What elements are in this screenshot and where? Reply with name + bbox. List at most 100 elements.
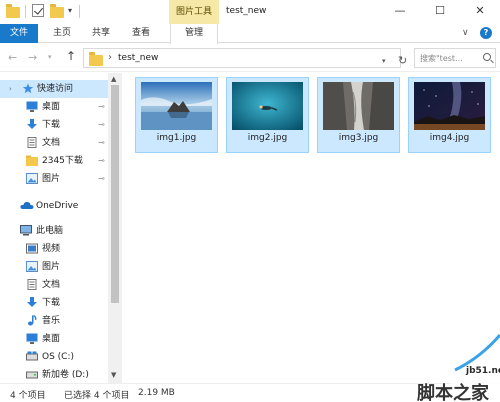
tab-file[interactable]: 文件	[0, 24, 38, 43]
back-button[interactable]: ←	[8, 51, 17, 64]
sidebar-item-drive-d[interactable]: 新加卷 (D:)	[0, 366, 108, 383]
sidebar-item-label: 图片	[42, 174, 61, 184]
sidebar-item-label: 新加卷 (D:)	[42, 370, 89, 380]
sidebar-item-label: 此电脑	[36, 226, 64, 236]
sidebar-item-pictures[interactable]: 图片 ⊸	[0, 170, 108, 188]
sidebar-item-onedrive[interactable]: OneDrive	[0, 197, 108, 215]
chevron-right-icon[interactable]: ›	[108, 52, 112, 63]
video-icon	[26, 243, 38, 254]
navigation-pane: › 快速访问 桌面 ⊸ 下载 ⊸ 文档 ⊸ 2345下载 ⊸ 图片 ⊸ OneD…	[0, 73, 122, 383]
tab-share[interactable]: 共享	[84, 24, 118, 43]
tab-view[interactable]: 查看	[124, 24, 158, 43]
sidebar-item-desktop-pc[interactable]: 桌面	[0, 330, 108, 348]
address-bar[interactable]: › test_new	[83, 48, 401, 68]
sidebar-item-label: 文档	[42, 280, 61, 290]
forward-button[interactable]: →	[28, 51, 37, 64]
tab-manage[interactable]: 管理	[170, 24, 218, 44]
minimize-button[interactable]: —	[380, 0, 420, 24]
watermark-text: 脚本之家	[417, 383, 489, 402]
title-bar: ▾ 图片工具 test_new — ☐ ✕	[0, 0, 500, 24]
properties-icon[interactable]	[32, 4, 44, 17]
scroll-down-arrow-icon[interactable]: ▼	[111, 371, 116, 379]
address-path[interactable]: test_new	[118, 53, 158, 63]
desktop-icon	[26, 333, 38, 344]
tab-home[interactable]: 主页	[45, 24, 79, 43]
document-icon	[27, 137, 37, 148]
refresh-button[interactable]: ↻	[398, 54, 407, 67]
sidebar-item-2345-downloads[interactable]: 2345下载 ⊸	[0, 152, 108, 170]
document-icon	[27, 279, 37, 290]
drive-icon	[26, 351, 38, 361]
sidebar-item-label: 音乐	[42, 316, 61, 326]
window-title: test_new	[226, 6, 267, 16]
search-input[interactable]: 搜索"test...	[414, 48, 496, 68]
pin-icon[interactable]: ⊸	[98, 116, 105, 134]
pin-icon[interactable]: ⊸	[98, 152, 105, 170]
file-name: img1.jpg	[156, 133, 197, 143]
watermark-url: jb51.net	[466, 366, 500, 376]
sidebar-item-label: 快速访问	[37, 84, 74, 94]
up-button[interactable]: ↑	[66, 49, 76, 63]
divider	[25, 5, 26, 18]
sidebar-item-label: OneDrive	[36, 201, 79, 211]
music-icon	[28, 315, 37, 326]
divider	[79, 5, 80, 18]
sidebar-item-label: 文档	[42, 138, 61, 148]
sidebar-scrollbar[interactable]: ▲ ▼	[108, 73, 122, 383]
selection-size: 2.19 MB	[138, 388, 175, 398]
pin-icon[interactable]: ⊸	[98, 170, 105, 188]
search-placeholder: 搜索"test...	[420, 54, 463, 63]
pin-icon[interactable]: ⊸	[98, 134, 105, 152]
sidebar-item-label: 桌面	[42, 334, 61, 344]
sidebar-item-pictures-pc[interactable]: 图片	[0, 258, 108, 276]
close-button[interactable]: ✕	[460, 0, 500, 24]
sidebar-item-label: 下载	[42, 298, 61, 308]
sidebar-item-this-pc[interactable]: 此电脑	[0, 222, 108, 240]
image-thumbnail	[323, 82, 394, 130]
sidebar-item-downloads-pc[interactable]: 下载	[0, 294, 108, 312]
file-item-img1[interactable]: img1.jpg	[135, 77, 218, 153]
image-thumbnail	[141, 82, 212, 130]
file-name: img3.jpg	[338, 133, 379, 143]
sidebar-item-label: OS (C:)	[42, 352, 74, 362]
file-name: img4.jpg	[429, 133, 470, 143]
download-icon	[27, 119, 37, 129]
sidebar-item-desktop[interactable]: 桌面 ⊸	[0, 98, 108, 116]
sidebar-item-documents[interactable]: 文档 ⊸	[0, 134, 108, 152]
new-folder-icon[interactable]	[50, 4, 64, 18]
sidebar-item-label: 2345下载	[42, 156, 83, 166]
recent-locations-dropdown[interactable]: ▾	[48, 53, 52, 61]
sidebar-item-drive-c[interactable]: OS (C:)	[0, 348, 108, 366]
sidebar-item-quick-access[interactable]: › 快速访问	[0, 80, 108, 98]
expand-arrow-icon[interactable]: ›	[9, 80, 12, 98]
sidebar-item-downloads[interactable]: 下载 ⊸	[0, 116, 108, 134]
pictures-icon	[26, 173, 38, 184]
expand-ribbon-icon[interactable]: ∨	[462, 28, 469, 38]
file-item-img3[interactable]: img3.jpg	[317, 77, 400, 153]
sidebar-item-music[interactable]: 音乐	[0, 312, 108, 330]
file-item-img2[interactable]: img2.jpg	[226, 77, 309, 153]
maximize-button[interactable]: ☐	[420, 0, 460, 24]
sidebar-item-videos[interactable]: 视频	[0, 240, 108, 258]
help-icon[interactable]: ?	[480, 27, 492, 39]
sidebar-item-label: 桌面	[42, 102, 61, 112]
pin-icon[interactable]: ⊸	[98, 98, 105, 116]
picture-tools-context-tab: 图片工具	[169, 0, 219, 24]
scroll-up-arrow-icon[interactable]: ▲	[111, 75, 116, 83]
sidebar-item-documents-pc[interactable]: 文档	[0, 276, 108, 294]
folder-icon	[89, 52, 103, 66]
ribbon-tabs: 文件 主页 共享 查看 管理 ∨ ?	[0, 24, 500, 44]
sidebar-item-label: 图片	[42, 262, 61, 272]
sidebar-item-label: 下载	[42, 120, 61, 130]
download-icon	[27, 297, 37, 307]
address-dropdown[interactable]: ▾	[382, 57, 386, 65]
file-item-img4[interactable]: img4.jpg	[408, 77, 491, 153]
item-count: 4 个项目	[10, 391, 46, 401]
folder-icon	[26, 155, 38, 166]
cloud-icon	[20, 201, 34, 209]
star-icon	[22, 83, 34, 94]
scrollbar-thumb[interactable]	[111, 85, 119, 303]
desktop-icon	[26, 101, 38, 112]
file-name: img2.jpg	[247, 133, 288, 143]
customize-quick-access-dropdown[interactable]: ▾	[68, 6, 72, 15]
